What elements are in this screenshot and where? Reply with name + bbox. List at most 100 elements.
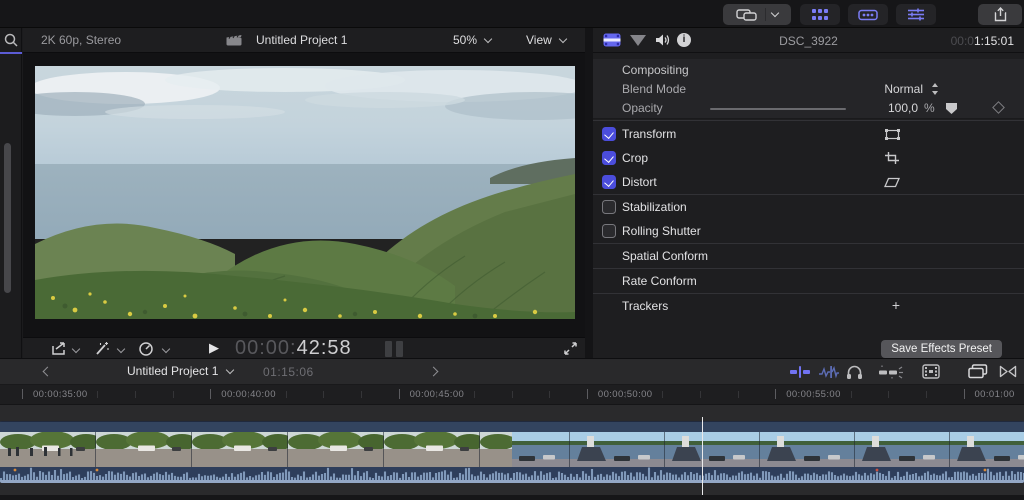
rate-conform-row[interactable]: Rate Conform (593, 270, 1024, 293)
ruler-minor-tick (813, 391, 814, 398)
skimming-icon[interactable] (789, 365, 811, 379)
index-layers-icon[interactable] (968, 364, 988, 379)
transform-checkbox[interactable] (602, 127, 616, 141)
precision-bowtie-icon[interactable] (999, 365, 1017, 378)
timeline-toolbar: Untitled Project 1 01:15:06 (0, 359, 1024, 385)
timeline-project-title: Untitled Project 1 (127, 364, 218, 378)
viewer-view-menu[interactable]: View (526, 33, 566, 47)
save-effects-preset-button[interactable]: Save Effects Preset (881, 340, 1002, 358)
viewer-zoom-value: 50% (453, 33, 477, 47)
opacity-row: Opacity 100,0 % (593, 97, 1024, 119)
rolling-shutter-label: Rolling Shutter (622, 224, 701, 238)
compositing-title: Compositing (622, 63, 689, 77)
enhancements-wand-icon[interactable] (93, 341, 110, 356)
effect-row-rolling-shutter[interactable]: Rolling Shutter (593, 220, 1024, 243)
ruler-minor-tick (662, 391, 663, 398)
timeline-strip-icon (858, 9, 878, 21)
effect-row-transform[interactable]: Transform (593, 123, 1024, 146)
solo-icon[interactable] (846, 364, 863, 380)
keyframe-diamond-icon[interactable] (992, 101, 1005, 114)
search-icon[interactable] (3, 32, 19, 48)
ruler-minor-tick (173, 391, 174, 398)
crop-checkbox[interactable] (602, 151, 616, 165)
chevron-down-icon[interactable] (117, 345, 125, 353)
opacity-slider-thumb[interactable] (946, 103, 957, 114)
ruler-minor-tick (738, 391, 739, 398)
fullscreen-icon[interactable] (563, 341, 578, 356)
inspector-timecode-dim: 00:0 (951, 34, 974, 48)
chevron-down-icon[interactable] (162, 345, 170, 353)
ruler-minor-tick (474, 391, 475, 398)
rate-conform-label: Rate Conform (622, 274, 697, 288)
viewer-format-info: 2K 60p, Stereo (41, 33, 121, 47)
viewer-view-label: View (526, 33, 552, 47)
chevron-down-icon (559, 34, 567, 42)
browser-toggle-button[interactable] (800, 4, 840, 25)
spatial-conform-row[interactable]: Spatial Conform (593, 245, 1024, 268)
ruler-minor-tick (625, 391, 626, 398)
timeline-ruler[interactable]: 00:00:35:0000:00:40:0000:00:45:0000:00:5… (0, 385, 1024, 405)
ruler-minor-tick (926, 391, 927, 398)
share-button[interactable] (978, 4, 1022, 25)
panel-divider[interactable] (585, 28, 593, 358)
browser-grid-icon (812, 9, 829, 21)
transform-icon[interactable] (882, 126, 902, 142)
ruler-minor-tick (97, 391, 98, 398)
sidebar-scrollbar[interactable] (4, 143, 11, 293)
timeline-video-clip[interactable] (0, 421, 1024, 483)
clip-top-band (0, 421, 1024, 432)
inspector-toggle-button[interactable] (896, 4, 936, 25)
display-mirror-button[interactable] (723, 4, 791, 25)
retime-icon[interactable] (138, 341, 154, 356)
viewer-canvas (23, 53, 585, 337)
opacity-value[interactable]: 100,0 (838, 101, 918, 115)
ruler-minor-tick (361, 391, 362, 398)
clip-filmstrip-thumbnails (0, 432, 1024, 467)
trackers-label: Trackers (622, 299, 668, 313)
distort-checkbox[interactable] (602, 175, 616, 189)
ruler-minor-tick (436, 391, 437, 398)
play-icon[interactable]: ▶ (209, 340, 219, 356)
timeline-duration: 01:15:06 (263, 365, 314, 379)
trackers-row[interactable]: Trackers + (593, 295, 1024, 318)
stabilization-checkbox[interactable] (602, 200, 616, 214)
effect-row-crop[interactable]: Crop (593, 147, 1024, 170)
blend-mode-value[interactable]: Normal (823, 82, 923, 96)
opacity-slider[interactable] (710, 108, 846, 110)
ruler-major-tick (399, 389, 400, 399)
video-preview-frame (35, 66, 575, 319)
ruler-tick-label: 00:01:00 (975, 389, 1015, 400)
chevron-down-icon (226, 365, 234, 373)
distort-icon[interactable] (882, 174, 902, 190)
crop-icon[interactable] (882, 150, 902, 166)
search-tab-indicator (0, 52, 22, 54)
audio-skimming-icon[interactable] (818, 365, 840, 379)
viewer-zoom-menu[interactable]: 50% (453, 33, 491, 47)
effect-row-stabilization[interactable]: Stabilization (593, 196, 1024, 219)
timeline-toggle-button[interactable] (848, 4, 888, 25)
clip-appearance-icon[interactable] (922, 364, 940, 379)
viewer-header: 2K 60p, Stereo Untitled Project 1 50% Vi… (23, 28, 585, 53)
playhead[interactable] (702, 417, 703, 500)
rolling-shutter-checkbox[interactable] (602, 224, 616, 238)
viewer-timecode: 00:00:42:58 (235, 337, 352, 360)
blend-mode-stepper[interactable] (931, 83, 940, 95)
timeline-project-menu[interactable]: Untitled Project 1 (127, 364, 233, 378)
save-effects-preset-label: Save Effects Preset (891, 343, 992, 355)
ruler-major-tick (587, 389, 588, 399)
inspector-sliders-icon (908, 8, 924, 21)
viewer-timecode-hours: 00:00: (235, 337, 297, 359)
chevron-down-icon (484, 34, 492, 42)
ruler-major-tick (964, 389, 965, 399)
snapping-icon[interactable] (877, 365, 903, 379)
next-project-button[interactable] (429, 367, 439, 377)
transform-popup-icon[interactable] (51, 341, 68, 356)
viewer-timecode-seconds: 42:58 (297, 337, 352, 359)
timeline-bottom-bar (0, 495, 1024, 500)
clip-bottom-edge (0, 480, 1024, 483)
effect-row-distort[interactable]: Distort (593, 171, 1024, 194)
inspector-timecode-bright: 1:15:01 (974, 34, 1014, 48)
previous-project-button[interactable] (43, 367, 53, 377)
chevron-down-icon[interactable] (72, 345, 80, 353)
add-icon[interactable]: + (886, 297, 906, 313)
